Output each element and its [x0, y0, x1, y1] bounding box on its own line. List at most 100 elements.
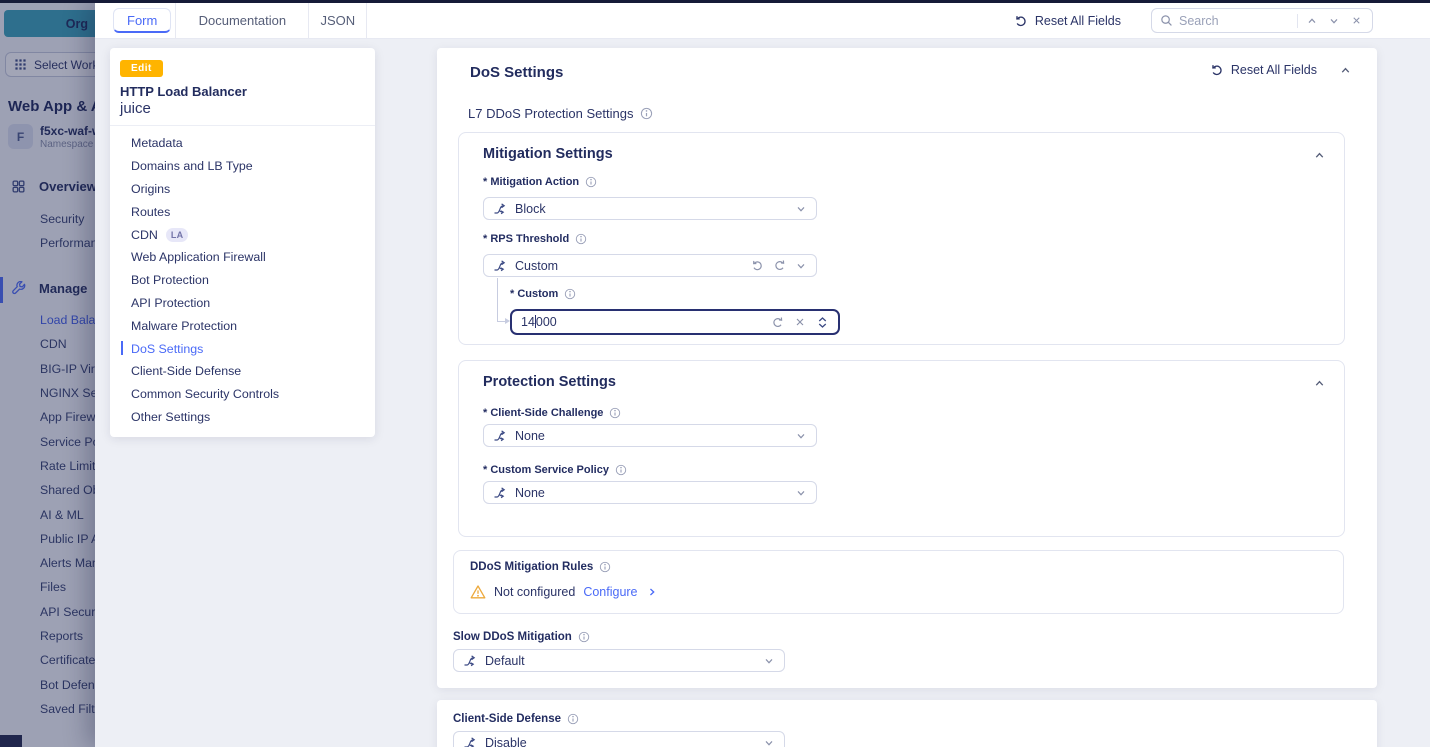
- cdn-limited-availability-badge: LA: [166, 228, 189, 242]
- slow-ddos-mitigation-value: Default: [485, 654, 755, 668]
- search-prev-button[interactable]: [1304, 13, 1320, 29]
- reset-all-fields-button[interactable]: Reset All Fields: [1014, 14, 1121, 28]
- select-branch-icon: [463, 654, 477, 668]
- rps-threshold-select[interactable]: Custom: [483, 254, 817, 277]
- nav-item-api-protection[interactable]: API Protection: [110, 292, 375, 315]
- client-side-challenge-value: None: [515, 429, 787, 443]
- tab-json[interactable]: JSON: [309, 3, 367, 38]
- info-icon[interactable]: [567, 713, 579, 725]
- configure-link[interactable]: Configure: [583, 585, 637, 599]
- select-branch-icon: [493, 486, 507, 500]
- client-side-defense-select[interactable]: Disable: [453, 731, 785, 747]
- mitigation-action-select[interactable]: Block: [483, 197, 817, 220]
- chevron-right-icon[interactable]: [646, 586, 658, 598]
- sidebar-footer-bar: [0, 735, 22, 747]
- mitigation-settings-box: Mitigation Settings * Mitigation Action …: [458, 132, 1345, 345]
- custom-service-policy-select[interactable]: None: [483, 481, 817, 504]
- reset-all-fields-label: Reset All Fields: [1035, 14, 1121, 28]
- nav-item-domains-lb-type[interactable]: Domains and LB Type: [110, 155, 375, 178]
- chevron-down-icon: [763, 737, 775, 747]
- ddos-rules-status-row: Not configured Configure: [470, 584, 658, 600]
- info-icon[interactable]: [585, 176, 597, 188]
- mitigation-settings-title: Mitigation Settings: [483, 146, 613, 162]
- chevron-down-icon: [763, 655, 775, 667]
- info-icon[interactable]: [615, 464, 627, 476]
- slow-ddos-mitigation-label: Slow DDoS Mitigation: [453, 631, 590, 643]
- nav-item-client-side-defense[interactable]: Client-Side Defense: [110, 360, 375, 383]
- nav-item-other-settings[interactable]: Other Settings: [110, 406, 375, 429]
- nav-item-metadata[interactable]: Metadata: [110, 132, 375, 155]
- client-side-challenge-label: * Client-Side Challenge: [483, 407, 621, 419]
- custom-rps-label: * Custom: [510, 288, 576, 300]
- search-close-button[interactable]: [1348, 13, 1364, 29]
- object-type-title: HTTP Load Balancer: [120, 84, 247, 99]
- form-section-list: Metadata Domains and LB Type Origins Rou…: [110, 132, 375, 428]
- custom-rps-value-right: 000: [536, 315, 557, 329]
- l7-ddos-section-label: L7 DDoS Protection Settings: [468, 106, 653, 121]
- client-side-defense-label: Client-Side Defense: [453, 713, 579, 725]
- info-icon[interactable]: [599, 561, 611, 573]
- editor-tabbar: Form Documentation JSON Reset All Fields: [95, 3, 1430, 39]
- chevron-down-icon: [795, 487, 807, 499]
- refresh-field-icon[interactable]: [771, 316, 784, 329]
- nav-item-routes[interactable]: Routes: [110, 200, 375, 223]
- info-icon[interactable]: [564, 288, 576, 300]
- section-reset-all-fields-button[interactable]: Reset All Fields: [1210, 63, 1317, 77]
- info-icon[interactable]: [578, 631, 590, 643]
- chevron-down-icon: [795, 260, 807, 272]
- nav-item-common-security-controls[interactable]: Common Security Controls: [110, 383, 375, 406]
- slow-ddos-mitigation-label-text: Slow DDoS Mitigation: [453, 631, 572, 643]
- card-header-actions: Reset All Fields: [1210, 63, 1352, 77]
- app-sidebar: Org Select Works Web App & A F f5xc-waf-…: [0, 3, 95, 747]
- page-title: DoS Settings: [470, 64, 563, 81]
- tab-documentation[interactable]: Documentation: [175, 3, 309, 38]
- rps-threshold-label: * RPS Threshold: [483, 233, 587, 245]
- client-side-challenge-label-text: * Client-Side Challenge: [483, 407, 603, 419]
- warning-icon: [470, 584, 486, 600]
- section-reset-all-fields-label: Reset All Fields: [1231, 63, 1317, 77]
- info-icon[interactable]: [640, 107, 653, 120]
- client-side-challenge-select[interactable]: None: [483, 424, 817, 447]
- info-icon[interactable]: [575, 233, 587, 245]
- search-input[interactable]: [1179, 14, 1291, 28]
- rps-threshold-value: Custom: [515, 259, 743, 273]
- form-section-nav: Edit HTTP Load Balancer juice Metadata D…: [110, 48, 375, 437]
- protection-settings-title: Protection Settings: [483, 374, 616, 390]
- select-branch-icon: [493, 429, 507, 443]
- nav-item-bot-protection[interactable]: Bot Protection: [110, 269, 375, 292]
- number-stepper-icon[interactable]: [816, 316, 829, 329]
- custom-rps-input[interactable]: 14000: [510, 309, 840, 335]
- ddos-mitigation-rules-label-text: DDoS Mitigation Rules: [470, 561, 593, 573]
- custom-rps-label-text: * Custom: [510, 288, 558, 300]
- nav-item-waf[interactable]: Web Application Firewall: [110, 246, 375, 269]
- collapse-mitigation-icon[interactable]: [1313, 149, 1326, 162]
- client-side-defense-label-text: Client-Side Defense: [453, 713, 561, 725]
- reset-icon: [1210, 63, 1224, 77]
- nav-item-origins[interactable]: Origins: [110, 178, 375, 201]
- reset-field-icon[interactable]: [751, 259, 764, 272]
- rps-threshold-label-text: * RPS Threshold: [483, 233, 569, 245]
- info-icon[interactable]: [609, 407, 621, 419]
- clear-field-icon[interactable]: [794, 316, 806, 328]
- modal-scrim[interactable]: [0, 3, 95, 747]
- nav-item-malware-protection[interactable]: Malware Protection: [110, 314, 375, 337]
- collapse-section-icon[interactable]: [1339, 64, 1352, 77]
- mitigation-action-label-text: * Mitigation Action: [483, 176, 579, 188]
- refresh-field-icon[interactable]: [773, 259, 786, 272]
- custom-service-policy-label-text: * Custom Service Policy: [483, 464, 609, 476]
- search-next-button[interactable]: [1326, 13, 1342, 29]
- slow-ddos-mitigation-select[interactable]: Default: [453, 649, 785, 672]
- search-box: [1151, 8, 1373, 33]
- nav-item-cdn[interactable]: CDN LA: [110, 223, 375, 246]
- ddos-mitigation-rules-box: DDoS Mitigation Rules Not configured Con…: [453, 550, 1344, 614]
- nested-field-connector: [497, 278, 498, 322]
- mitigation-action-label: * Mitigation Action: [483, 176, 597, 188]
- protection-settings-box: Protection Settings * Client-Side Challe…: [458, 360, 1345, 537]
- collapse-protection-icon[interactable]: [1313, 377, 1326, 390]
- tab-form[interactable]: Form: [113, 8, 171, 33]
- search-divider: [1297, 14, 1298, 28]
- custom-service-policy-label: * Custom Service Policy: [483, 464, 627, 476]
- chevron-down-icon: [795, 430, 807, 442]
- nav-item-dos-settings[interactable]: DoS Settings: [110, 337, 375, 360]
- custom-rps-value-left: 14: [521, 315, 535, 329]
